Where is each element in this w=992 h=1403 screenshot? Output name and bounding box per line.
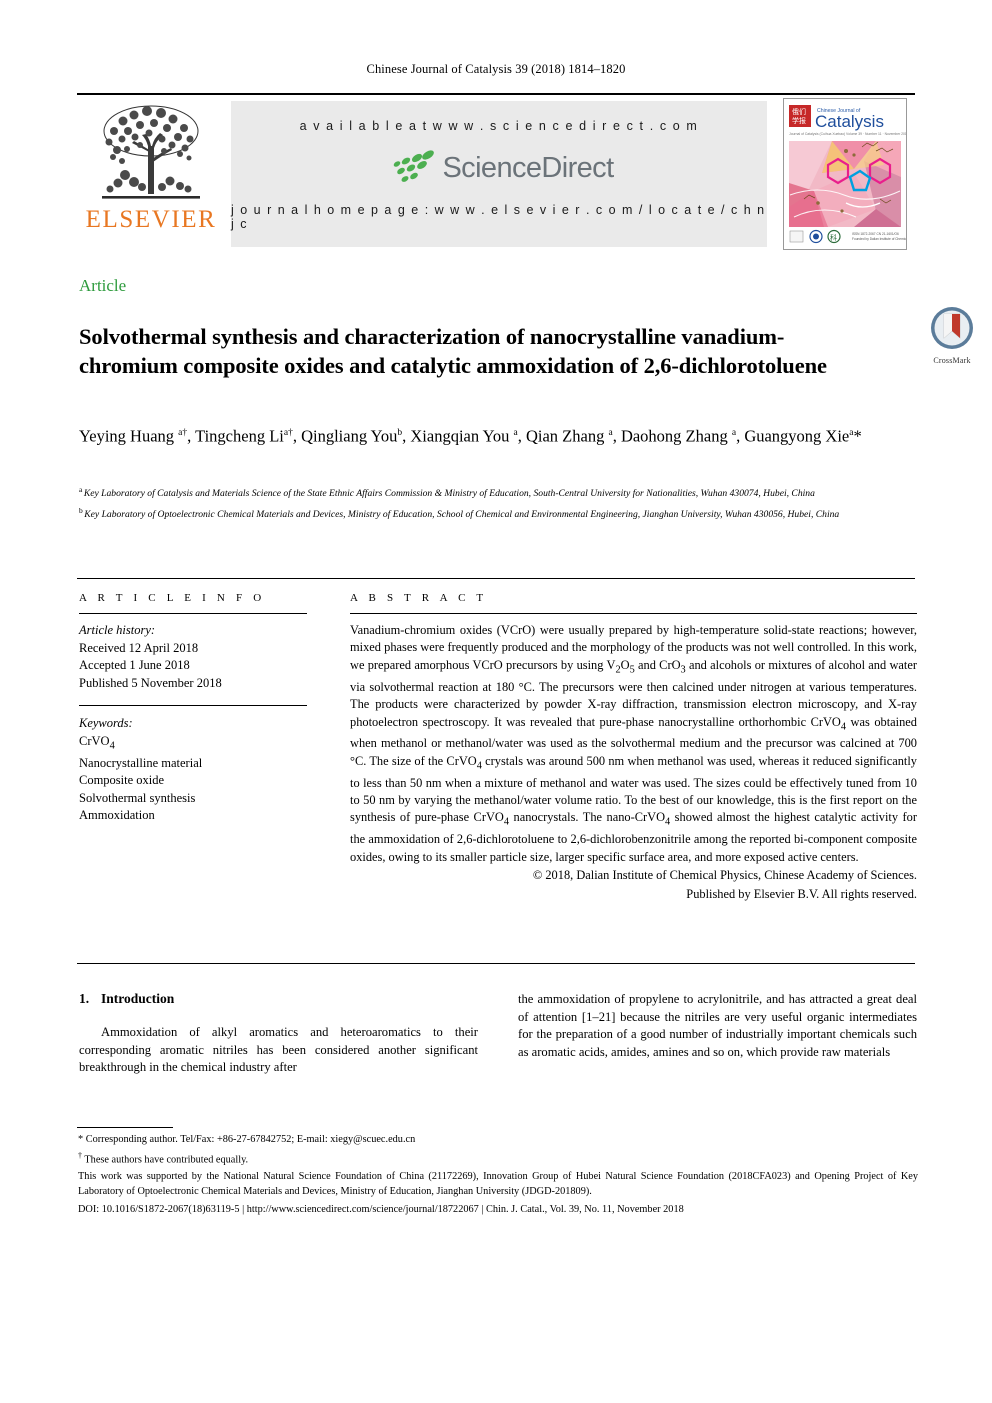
keyword-item: Composite oxide bbox=[79, 773, 165, 787]
article-history-received: Received 12 April 2018 bbox=[79, 640, 199, 655]
keyword-item: Solvothermal synthesis bbox=[79, 790, 196, 805]
sciencedirect-banner: a v a i l a b l e a t w w w . s c i e n … bbox=[231, 101, 767, 247]
svg-text:ISSN 1872-2067 CN 21-1601/O6: ISSN 1872-2067 CN 21-1601/O6 bbox=[852, 232, 899, 236]
abstract-column: A B S T R A C T Vanadium-chromium oxides… bbox=[350, 592, 917, 903]
affiliation-text-b: Key Laboratory of Optoelectronic Chemica… bbox=[84, 508, 840, 520]
crossmark-badge[interactable]: CrossMark bbox=[922, 306, 982, 365]
running-head: Chinese Journal of Catalysis 39 (2018) 1… bbox=[366, 62, 626, 76]
affiliation-a: a Key Laboratory of Catalysis and Materia… bbox=[79, 482, 924, 502]
intro-paragraph-left: Ammoxidation of alkyl aromatics and hete… bbox=[79, 1025, 478, 1075]
journal-cover-image: 俄们 学报 Chinese Journal of Catalysis Journ… bbox=[783, 98, 907, 250]
paper-page: Chinese Journal of Catalysis 39 (2018) 1… bbox=[0, 0, 992, 1403]
keyword-item: CrVO4 bbox=[79, 733, 115, 752]
section-divider-top bbox=[77, 578, 915, 579]
article-history-label: Article history: bbox=[79, 623, 156, 637]
article-info-rule bbox=[79, 613, 307, 614]
abstract-body: Vanadium-chromium oxides (VCrO) were usu… bbox=[350, 623, 918, 864]
footnote-block: * Corresponding author. Tel/Fax: +86-27-… bbox=[78, 1132, 918, 1217]
crossmark-icon bbox=[931, 307, 973, 349]
abstract-heading: A B S T R A C T bbox=[350, 592, 488, 604]
available-at-text: a v a i l a b l e a t w w w . s c i e n … bbox=[299, 119, 699, 133]
affiliation-text-a: Key Laboratory of Catalysis and Material… bbox=[83, 488, 815, 500]
article-history-published: Published 5 November 2018 bbox=[79, 675, 222, 690]
footnote-doi-line: DOI: 10.1016/S1872-2067(18)63119-5 | htt… bbox=[78, 1203, 684, 1215]
svg-text:科: 科 bbox=[830, 233, 837, 242]
footnote-equal-contribution: † These authors have contributed equally… bbox=[78, 1150, 249, 1166]
abstract-copyright-line-1: © 2018, Dalian Institute of Chemical Phy… bbox=[532, 868, 917, 883]
sciencedirect-wordmark: ScienceDirect bbox=[442, 151, 614, 184]
elsevier-wordmark: ELSEVIER bbox=[85, 206, 217, 233]
journal-cover-art: 俄们 学报 Chinese Journal of Catalysis Journ… bbox=[784, 99, 906, 249]
footnote-funding: This work was supported by the National … bbox=[78, 1170, 918, 1198]
section-heading-introduction: 1. Introduction bbox=[79, 991, 478, 1007]
keyword-item: Ammoxidation bbox=[79, 808, 155, 822]
keywords-rule bbox=[79, 705, 307, 706]
footnote-corresponding-author: * Corresponding author. Tel/Fax: +86-27-… bbox=[78, 1134, 416, 1145]
article-info-heading: A R T I C L E I N F O bbox=[79, 592, 266, 604]
affiliation-list: a Key Laboratory of Catalysis and Materia… bbox=[79, 482, 924, 523]
svg-text:Journal of Catalysis (Cuihua X: Journal of Catalysis (Cuihua Xuebao) bbox=[789, 132, 845, 136]
journal-cover-thumbnail: 俄们 学报 Chinese Journal of Catalysis Journ… bbox=[775, 95, 915, 253]
svg-text:俄们: 俄们 bbox=[792, 107, 806, 116]
svg-text:Catalysis: Catalysis bbox=[815, 112, 884, 131]
body-column-left: 1. Introduction Ammoxidation of alkyl aro… bbox=[79, 991, 478, 1077]
elsevier-tree-icon bbox=[102, 105, 200, 199]
keyword-item: Nanocrystalline material bbox=[79, 755, 203, 770]
svg-text:学报: 学报 bbox=[792, 116, 806, 125]
section-divider-body bbox=[77, 963, 915, 964]
sciencedirect-leaves-icon bbox=[394, 150, 435, 182]
svg-text:Volume 39 · Number 11 · Novemb: Volume 39 · Number 11 · November 2018 bbox=[846, 132, 906, 136]
intro-paragraph-right: the ammoxidation of propylene to acrylon… bbox=[518, 992, 917, 1059]
crossmark-label: CrossMark bbox=[933, 356, 971, 365]
abstract-rule bbox=[350, 613, 917, 614]
body-column-right: the ammoxidation of propylene to acrylon… bbox=[518, 991, 917, 1077]
author-list: Yeying Huang a†, Tingcheng Lia†, Qinglia… bbox=[79, 426, 862, 446]
section-title-text: Introduction bbox=[101, 991, 175, 1006]
article-info-column: A R T I C L E I N F O Article history: R… bbox=[79, 592, 307, 825]
article-type-label: Article bbox=[79, 276, 127, 295]
footnote-divider bbox=[77, 1127, 173, 1128]
sciencedirect-logo: ScienceDirect bbox=[384, 149, 614, 187]
body-columns: 1. Introduction Ammoxidation of alkyl aro… bbox=[79, 991, 917, 1077]
article-history-accepted: Accepted 1 June 2018 bbox=[79, 658, 190, 672]
elsevier-logo: ELSEVIER bbox=[77, 95, 225, 253]
affiliation-b: b Key Laboratory of Optoelectronic Chemic… bbox=[79, 503, 924, 523]
journal-homepage-text: j o u r n a l h o m e p a g e : w w w . … bbox=[231, 203, 766, 231]
journal-masthead: ELSEVIER a v a i l a b l e a t w w w . s… bbox=[77, 93, 915, 253]
keywords-label: Keywords: bbox=[79, 716, 133, 730]
page-title: Solvothermal synthesis and characterizat… bbox=[79, 324, 827, 378]
abstract-copyright-line-2: Published by Elsevier B.V. All rights re… bbox=[686, 886, 917, 901]
svg-text:Founded by Dalian Institute of: Founded by Dalian Institute of Chemical … bbox=[852, 237, 906, 241]
section-number: 1. bbox=[79, 991, 90, 1006]
